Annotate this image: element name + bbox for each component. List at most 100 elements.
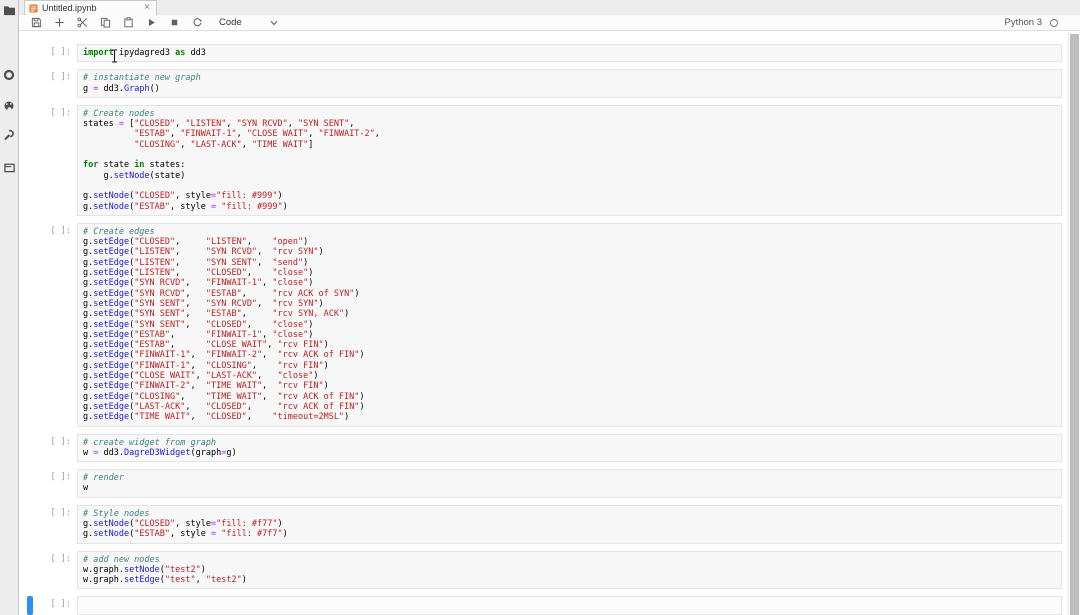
cell-code-editor[interactable]: # Create edges g.setEdge("CLOSED", "LISTE…	[77, 222, 1062, 427]
kernel-switcher[interactable]: Python 3	[1005, 17, 1075, 28]
cell-code-editor[interactable]: # Style nodes g.setNode("CLOSED", style="…	[77, 504, 1062, 544]
cell-input-prompt: [ ]:	[50, 599, 71, 610]
copy-icon	[100, 17, 111, 28]
code-line: g.setEdge("SYN RCVD", "ESTAB", "rcv ACK …	[83, 288, 360, 299]
cell-type-label: Code	[219, 17, 242, 28]
code-line: g.setEdge("LISTEN", "CLOSED", "close")	[83, 268, 314, 279]
run-cell-button[interactable]	[146, 17, 158, 29]
cell-code-editor[interactable]: # create widget from graph w = dd3.DagreD…	[77, 433, 1062, 463]
save-icon	[31, 17, 42, 28]
tab-untitled-notebook[interactable]: Untitled.ipynb ×	[24, 0, 157, 15]
notebook-cell[interactable]: [ ]: import ipydagred3 as dd3	[27, 44, 1062, 63]
file-browser-icon[interactable]	[2, 3, 16, 17]
palette-icon	[4, 101, 14, 112]
code-line: g.setEdge("FINWAIT-1", "FINWAIT-2", "rcv…	[83, 350, 365, 361]
code-line: # add new nodes	[83, 554, 160, 565]
code-line: g.setEdge("LISTEN", "SYN RCVD", "rcv SYN…	[83, 247, 324, 258]
restart-kernel-button[interactable]	[192, 17, 204, 29]
cell-code-editor[interactable]	[77, 596, 1062, 615]
code-line: "ESTAB", "FINWAIT-1", "CLOSE WAIT", "FIN…	[134, 129, 380, 140]
code-line: w	[83, 483, 89, 494]
cell-type-dropdown[interactable]: Code	[219, 17, 278, 28]
tab-title: Untitled.ipynb	[42, 3, 97, 13]
scrollbar-thumb[interactable]	[1070, 34, 1079, 615]
code-line: w = dd3.DagreD3Widget(graph=g)	[83, 447, 237, 458]
code-line: g.setEdge("LAST-ACK", "CLOSED", "rcv ACK…	[83, 401, 365, 412]
code-line: g.setEdge("SYN SENT", "CLOSED", "close")	[83, 319, 314, 330]
cell-list: [ ]: import ipydagred3 as dd3 [ ]: # instan…	[27, 44, 1062, 615]
notebook-cell[interactable]: [ ]:	[27, 596, 1062, 615]
code-line: g.setEdge("SYN SENT", "ESTAB", "rcv SYN,…	[83, 309, 350, 320]
code-line: # Create nodes	[83, 108, 155, 119]
notebook-cell[interactable]: [ ]: # add new nodes w.graph.setNode("test…	[27, 550, 1062, 590]
code-line: g.setEdge("FINWAIT-2", "TIME WAIT", "rcv…	[83, 381, 329, 392]
property-inspector-icon[interactable]	[2, 128, 16, 142]
play-icon	[148, 18, 155, 27]
cell-input-prompt: [ ]:	[50, 553, 71, 564]
kernel-name-label: Python 3	[1004, 17, 1043, 28]
code-line: g.setNode("ESTAB", style = "fill: #7f7")	[83, 529, 288, 540]
code-line: import ipydagred3 as dd3	[83, 48, 206, 58]
stop-icon	[171, 19, 178, 26]
code-line: g.setNode("CLOSED", style="fill: #f77")	[83, 518, 283, 529]
running-sessions-icon[interactable]	[2, 68, 16, 82]
cell-input-prompt: [ ]:	[50, 507, 71, 518]
copy-cells-button[interactable]	[100, 17, 112, 29]
insert-cell-button[interactable]	[54, 17, 66, 29]
code-line: # Style nodes	[83, 508, 150, 519]
code-line: g.setEdge("CLOSE WAIT", "LAST-ACK", "clo…	[83, 371, 319, 382]
code-line: for state in states:	[83, 160, 186, 171]
open-tabs-icon[interactable]	[2, 160, 16, 174]
cell-code-editor[interactable]: import ipydagred3 as dd3	[77, 44, 1062, 63]
running-circle-icon	[3, 69, 15, 81]
cell-input-prompt: [ ]:	[50, 225, 71, 236]
notebook-file-icon	[29, 3, 38, 13]
code-line: g.setEdge("ESTAB", "FINWAIT-1", "close")	[83, 329, 314, 340]
code-line: "CLOSING", "LAST-ACK", "TIME WAIT"]	[134, 139, 314, 150]
interrupt-kernel-button[interactable]	[169, 17, 181, 29]
code-line: g.setEdge("SYN SENT", "SYN RCVD", "rcv S…	[83, 298, 324, 309]
notebook-panel[interactable]: [ ]: import ipydagred3 as dd3 [ ]: # instan…	[19, 32, 1080, 615]
tab-close-icon[interactable]: ×	[142, 3, 152, 13]
code-line: states = ["CLOSED", "LISTEN", "SYN RCVD"…	[83, 119, 355, 130]
folder-icon	[3, 5, 15, 15]
cell-code-editor[interactable]: # Create nodes states = ["CLOSED", "LISTE…	[77, 104, 1062, 216]
jupyterlab-window: Untitled.ipynb × Code Python 3 []: impo…	[0, 0, 1080, 615]
code-line: g.setEdge("SYN RCVD", "FINWAIT-1", "clos…	[83, 278, 314, 289]
paste-icon	[124, 17, 133, 28]
notebook-cell[interactable]: [ ]: # Create edges g.setEdge("CLOSED", "L…	[27, 222, 1062, 427]
scissors-icon	[77, 17, 87, 28]
cell-input-prompt: [ ]:	[50, 47, 71, 57]
notebook-cell[interactable]: [ ]: # Create nodes states = ["CLOSED", "L…	[27, 104, 1062, 216]
command-palette-icon[interactable]	[2, 99, 16, 113]
wrench-icon	[4, 129, 14, 141]
code-line: g.setNode("ESTAB", style = "fill: #999")	[83, 201, 288, 212]
tabs-icon	[3, 163, 15, 172]
code-line: g.setEdge("LISTEN", "SYN SENT", "send")	[83, 257, 309, 268]
paste-cells-button[interactable]	[123, 17, 135, 29]
tab-bar: Untitled.ipynb ×	[19, 0, 1080, 16]
plus-icon	[55, 18, 64, 27]
cell-input-prompt: [ ]:	[50, 72, 71, 83]
code-line: g.setEdge("TIME WAIT", "CLOSED", "timeou…	[83, 412, 350, 423]
save-button[interactable]	[31, 17, 43, 29]
cell-input-prompt: [ ]:	[50, 107, 71, 118]
cell-code-editor[interactable]: # render w	[77, 469, 1062, 498]
vertical-scrollbar[interactable]	[1068, 32, 1080, 615]
notebook-cell[interactable]: [ ]: # instantiate new graph g = dd3.Graph…	[27, 69, 1062, 98]
cell-input-prompt: [ ]:	[50, 472, 71, 483]
notebook-cell[interactable]: [ ]: # render w	[27, 469, 1062, 498]
code-line: # Create edges	[83, 226, 155, 237]
cell-code-editor[interactable]: # add new nodes w.graph.setNode("test2") w…	[77, 550, 1062, 590]
notebook-cell[interactable]: [ ]: # Style nodes g.setNode("CLOSED", sty…	[27, 504, 1062, 544]
code-line: g = dd3.Graph()	[83, 83, 160, 94]
notebook-cell[interactable]: [ ]: # create widget from graph w = dd3.Da…	[27, 433, 1062, 463]
cut-cells-button[interactable]	[77, 17, 89, 29]
code-line: # instantiate new graph	[83, 73, 201, 84]
main-dock-panel: Untitled.ipynb × Code Python 3 []: impo…	[19, 0, 1080, 615]
cell-code-editor[interactable]: # instantiate new graph g = dd3.Graph()	[77, 69, 1062, 98]
cell-input-prompt: [ ]:	[50, 436, 71, 447]
